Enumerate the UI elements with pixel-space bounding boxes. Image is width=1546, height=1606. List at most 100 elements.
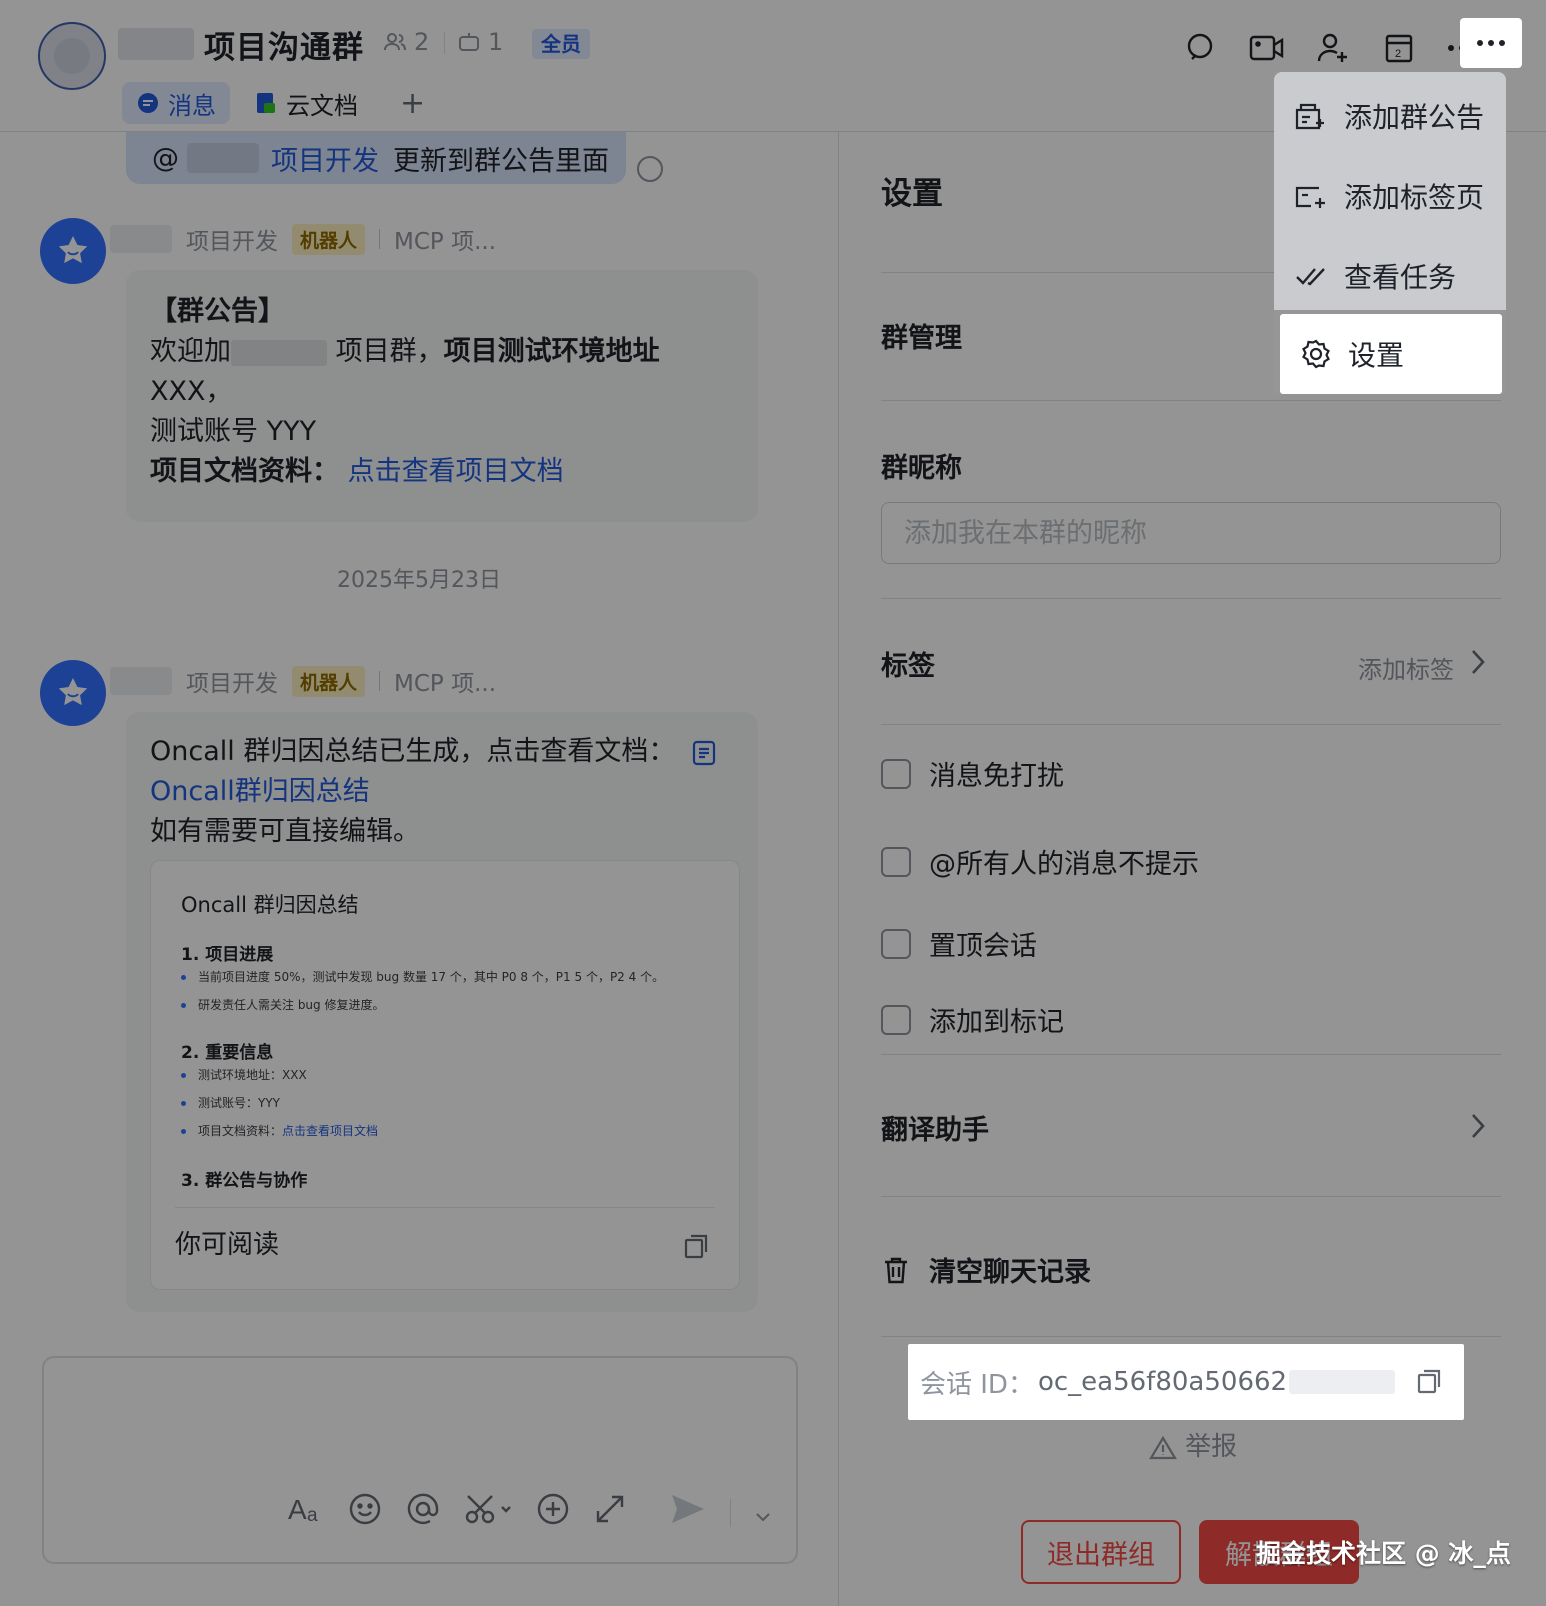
bullet-dot xyxy=(181,1003,186,1008)
copy-button[interactable] xyxy=(683,1231,709,1271)
text-format-button[interactable]: Aa xyxy=(288,1493,324,1533)
checkbox[interactable] xyxy=(881,758,911,789)
more-button-highlighted[interactable] xyxy=(1460,18,1522,68)
chevron-right-icon xyxy=(1472,650,1485,674)
send-options-button[interactable] xyxy=(755,1496,771,1531)
doc-bullet: 当前项目进度 50%，测试中发现 bug 数量 17 个，其中 P0 8 个，P… xyxy=(181,969,664,985)
checkbox[interactable] xyxy=(881,928,911,959)
oncall-bubble: Oncall 群归因总结已生成，点击查看文档： Oncall群归因总结 如有需要… xyxy=(126,712,758,1312)
message-source: MCP 项... xyxy=(394,229,497,255)
translate-chevron[interactable] xyxy=(1470,1112,1486,1144)
emoji-button[interactable] xyxy=(348,1492,382,1534)
video-call-button[interactable] xyxy=(1234,24,1300,72)
all-members-badge: 全员 xyxy=(532,29,590,59)
copy-icon xyxy=(684,1234,708,1259)
tab-cloud-docs[interactable]: 云文档 xyxy=(240,82,372,124)
pinned-at: @ xyxy=(152,142,179,174)
option-add-to-flag[interactable]: 添加到标记 xyxy=(881,1000,1064,1039)
divider xyxy=(881,598,1501,599)
clear-history-button[interactable]: 清空聊天记录 xyxy=(881,1250,1091,1289)
option-mute[interactable]: 消息免打扰 xyxy=(881,754,1064,793)
checkbox[interactable] xyxy=(881,1004,911,1035)
announcement-bubble: 【群公告】 欢迎加 项目群，项目测试环境地址 XXX， 测试账号 YYY 项目文… xyxy=(126,270,758,522)
tags-chevron[interactable] xyxy=(1470,648,1486,680)
bot-count[interactable]: 1 xyxy=(456,28,503,56)
divider xyxy=(881,1336,1501,1337)
chevron-right-icon xyxy=(1472,1114,1485,1138)
announcement-text: 欢迎加 xyxy=(150,336,231,367)
doc-section-heading: 3. 群公告与协作 xyxy=(181,1171,308,1191)
send-button[interactable] xyxy=(670,1492,706,1534)
copy-id-button[interactable] xyxy=(1416,1368,1442,1401)
divider xyxy=(881,1196,1501,1197)
add-member-button[interactable] xyxy=(1300,24,1366,72)
menu-item-view-tasks[interactable]: 查看任务 xyxy=(1274,236,1506,316)
screenshot-button[interactable] xyxy=(464,1492,512,1534)
option-label: @所有人的消息不提示 xyxy=(929,849,1199,880)
tab-add-icon xyxy=(1295,186,1325,208)
report-link[interactable]: 举报 xyxy=(839,1426,1546,1463)
search-icon xyxy=(1187,33,1213,60)
conversation-id-label: 会话 ID： xyxy=(920,1369,1034,1400)
search-button[interactable] xyxy=(1168,24,1234,72)
emoji-icon xyxy=(349,1493,381,1525)
menu-item-settings[interactable]: 设置 xyxy=(1280,314,1502,394)
expand-composer-button[interactable] xyxy=(594,1493,626,1533)
robot-icon xyxy=(459,33,479,51)
doc-bullet-text: 测试环境地址：XXX xyxy=(198,1068,307,1082)
translate-assistant[interactable]: 翻译助手 xyxy=(881,1108,989,1147)
sender-name[interactable]: 项目开发 xyxy=(186,222,278,256)
project-doc-link[interactable]: 点击查看项目文档 xyxy=(348,456,564,487)
doc-bullet-text: 研发责任人需关注 bug 修复进度。 xyxy=(198,998,385,1012)
doc-bullet: 测试账号：YYY xyxy=(181,1095,280,1111)
conversation-id-value: oc_ea56f80a50662 xyxy=(1037,1367,1288,1397)
header-divider xyxy=(379,671,381,691)
announcement-bold: 项目测试环境地址 xyxy=(443,336,660,367)
group-avatar[interactable] xyxy=(38,22,106,90)
tags-label: 标签 xyxy=(881,651,935,682)
message-composer[interactable]: Aa xyxy=(42,1356,798,1564)
option-pin-chat[interactable]: 置顶会话 xyxy=(881,924,1037,963)
checkbox[interactable] xyxy=(881,846,911,877)
add-tab-button[interactable]: + xyxy=(400,86,425,121)
doc-permission-text: 你可阅读 xyxy=(175,1230,280,1260)
menu-item-add-announcement[interactable]: 添加群公告 xyxy=(1274,76,1506,156)
announcement-text: XXX， xyxy=(150,376,233,407)
blurred-name xyxy=(187,143,259,173)
sender-name[interactable]: 项目开发 xyxy=(186,664,278,698)
nickname-input[interactable] xyxy=(881,502,1501,564)
add-tag-link[interactable]: 添加标签 xyxy=(1358,650,1454,685)
more-dots-icon xyxy=(1477,40,1505,46)
mention-button[interactable] xyxy=(406,1492,440,1534)
pinned-text: 更新到群公告里面 xyxy=(393,145,609,177)
pinned-message[interactable]: @ 项目开发 更新到群公告里面 xyxy=(126,132,626,184)
doc-preview-card[interactable]: Oncall 群归因总结 1. 项目进展 当前项目进度 50%，测试中发现 bu… xyxy=(150,860,740,1290)
announcement-bold: 项目文档资料： xyxy=(150,456,339,487)
group-manage-label[interactable]: 群管理 xyxy=(881,316,962,355)
menu-item-add-tab[interactable]: 添加标签页 xyxy=(1274,156,1506,236)
send-icon xyxy=(672,1495,704,1523)
message-item: 项目开发 机器人 MCP 项... 【群公告】 欢迎加 项目群，项目测试环境地址… xyxy=(40,218,820,528)
calendar-button[interactable]: 2 xyxy=(1366,24,1432,72)
menu-item-label: 设置 xyxy=(1348,339,1405,372)
doc-bullet: 研发责任人需关注 bug 修复进度。 xyxy=(181,997,384,1013)
blurred-id xyxy=(1289,1370,1396,1394)
add-attachment-button[interactable] xyxy=(536,1492,570,1534)
option-label: 置顶会话 xyxy=(929,931,1037,962)
bot-avatar[interactable] xyxy=(40,660,106,726)
pinned-mention-link[interactable]: 项目开发 xyxy=(271,139,379,178)
blurred-name xyxy=(110,225,172,253)
member-count[interactable]: 2 xyxy=(382,28,429,56)
oncall-doc-link[interactable]: Oncall群归因总结 xyxy=(150,772,734,812)
svg-text:a: a xyxy=(307,1505,318,1525)
doc-bullet-link[interactable]: 点击查看项目文档 xyxy=(282,1124,378,1138)
announcement-icon xyxy=(1295,103,1324,130)
tab-cloud-docs-label: 云文档 xyxy=(286,91,358,120)
group-title[interactable]: 项目沟通群 xyxy=(204,22,364,67)
bullet-dot xyxy=(181,1129,186,1134)
option-mute-all-mention[interactable]: @所有人的消息不提示 xyxy=(881,842,1199,881)
tab-messages[interactable]: 消息 xyxy=(122,82,230,124)
leave-group-button[interactable]: 退出群组 xyxy=(1021,1520,1181,1584)
bot-avatar[interactable] xyxy=(40,218,106,284)
message-item: 项目开发 机器人 MCP 项... Oncall 群归因总结已生成，点击查看文档… xyxy=(40,660,820,1320)
